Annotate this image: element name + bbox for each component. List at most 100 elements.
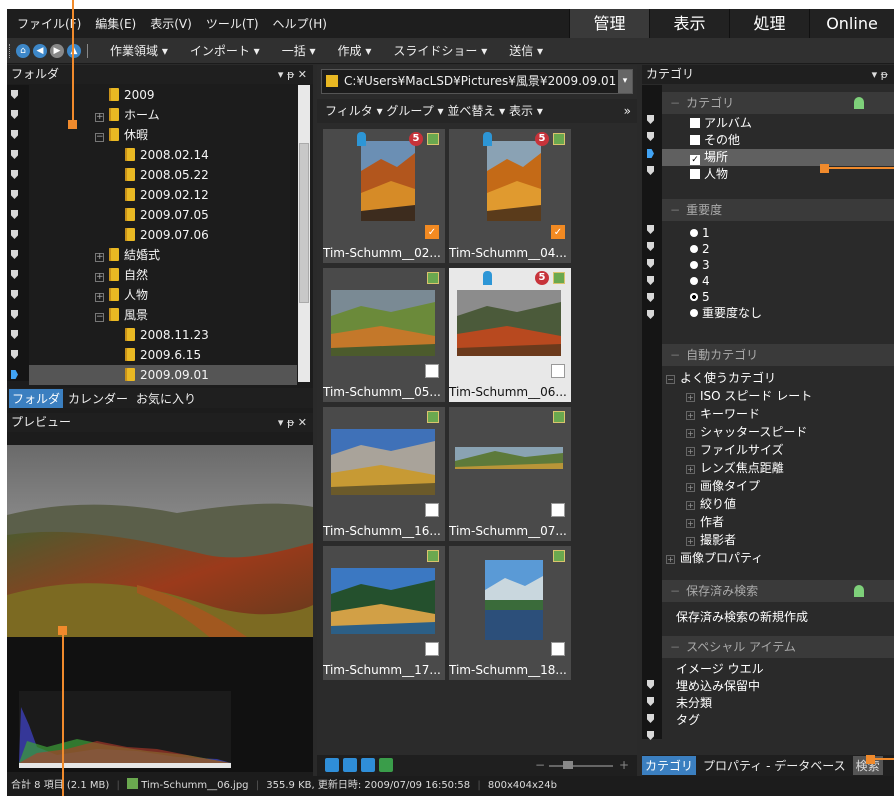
rating-item[interactable]: 3: [690, 257, 710, 274]
rating-item[interactable]: 4: [690, 273, 710, 290]
auto-category-item[interactable]: + 作者: [686, 514, 724, 531]
tree-item-folder[interactable]: 2009.07.06: [125, 225, 209, 245]
section-auto-categories[interactable]: − 自動カテゴリ: [662, 344, 894, 366]
tree-item-folder[interactable]: 2009: [95, 85, 155, 105]
rating-item[interactable]: 5: [690, 289, 710, 306]
tag-checkbox[interactable]: [425, 364, 439, 378]
zoom-slider-thumb[interactable]: [563, 761, 573, 769]
menu-item[interactable]: 表示(V): [150, 15, 192, 32]
thumbnail-item[interactable]: Tim-Schumm__17...: [323, 546, 445, 680]
tree-item-folder[interactable]: 2009.09.01: [29, 365, 297, 385]
tree-item-folder[interactable]: 2008.05.22: [125, 165, 209, 185]
expand-icon[interactable]: +: [686, 393, 695, 402]
tree-item-folder[interactable]: + 人物: [95, 285, 148, 305]
auto-category-item[interactable]: + 撮影者: [686, 532, 736, 549]
auto-category-item[interactable]: + レンズ焦点距離: [686, 460, 784, 477]
tag-checkbox[interactable]: ✓: [425, 225, 439, 239]
forward-icon[interactable]: ▶: [50, 43, 64, 58]
tree-item-folder[interactable]: 2009.6.15: [125, 345, 201, 365]
more-icon[interactable]: »: [624, 99, 631, 123]
expander-icon[interactable]: +: [95, 273, 104, 282]
category-item[interactable]: ✓ 場所: [662, 149, 894, 166]
thumbnail-item[interactable]: 5 Tim-Schumm__06...: [449, 268, 571, 402]
path-dropdown-icon[interactable]: ▾: [618, 70, 632, 93]
tree-item-folder[interactable]: 2008.11.23: [125, 325, 209, 345]
expand-icon[interactable]: +: [686, 483, 695, 492]
mode-tab-2[interactable]: 処理: [729, 9, 809, 38]
panel-pin-icons[interactable]: ▾ ᵽ ✕: [278, 65, 307, 84]
thumbnail-item[interactable]: Tim-Schumm__18...: [449, 546, 571, 680]
category-checkbox[interactable]: ✓: [690, 155, 700, 165]
mode-tab-3[interactable]: Online: [809, 9, 894, 38]
tag-checkbox[interactable]: [551, 503, 565, 517]
special-item[interactable]: タグ: [676, 712, 700, 729]
category-checkbox[interactable]: [690, 118, 700, 128]
add-category-icon[interactable]: [854, 97, 864, 109]
rating-item[interactable]: 2: [690, 241, 710, 258]
up-icon[interactable]: ▲: [67, 43, 81, 58]
expand-icon[interactable]: +: [686, 411, 695, 420]
expander-icon[interactable]: +: [95, 293, 104, 302]
section-special-items[interactable]: − スペシャル アイテム: [662, 636, 894, 658]
panel-pin-icons[interactable]: ▾ ᵽ: [872, 65, 888, 84]
thumbnail-item[interactable]: Tim-Schumm__16...: [323, 407, 445, 541]
panel-pin-icons[interactable]: ▾ ᵽ ✕: [278, 413, 307, 432]
collapse-icon[interactable]: −: [666, 375, 675, 384]
expand-icon[interactable]: +: [686, 447, 695, 456]
category-checkbox[interactable]: [690, 169, 700, 179]
expander-icon[interactable]: −: [95, 133, 104, 142]
view-toggle-icon[interactable]: [325, 758, 339, 772]
expand-icon[interactable]: +: [686, 501, 695, 510]
saved-search-new[interactable]: 保存済み検索の新規作成: [676, 609, 808, 626]
expand-icon[interactable]: +: [666, 555, 675, 564]
auto-category-item[interactable]: + シャッタースピード: [686, 424, 807, 441]
tree-item-folder[interactable]: − 休暇: [95, 125, 148, 145]
category-pane-tab-1[interactable]: プロパティ - データベース: [700, 756, 849, 775]
path-bar[interactable]: C:¥Users¥MacLSD¥Pictures¥風景¥2009.09.01 ▾: [321, 69, 633, 94]
expand-icon[interactable]: +: [686, 429, 695, 438]
folder-scroll-thumb[interactable]: [299, 143, 309, 303]
tag-checkbox[interactable]: [425, 642, 439, 656]
category-checkbox[interactable]: [690, 135, 700, 145]
special-item[interactable]: イメージ ウエル: [676, 661, 764, 678]
rating-item[interactable]: 1: [690, 225, 710, 242]
filter-bar-label[interactable]: フィルタ ▾ グループ ▾ 並べ替え ▾ 表示 ▾: [325, 104, 543, 118]
special-item[interactable]: 埋め込み保留中: [676, 678, 760, 695]
menu-item[interactable]: 編集(E): [95, 15, 136, 32]
thumbnail-item[interactable]: 5 ✓ Tim-Schumm__04...: [449, 129, 571, 263]
zoom-slider[interactable]: [549, 765, 613, 767]
rotate-left-icon[interactable]: [343, 758, 357, 772]
tree-item-folder[interactable]: 2009.02.12: [125, 185, 209, 205]
expander-icon[interactable]: +: [95, 113, 104, 122]
auto-root[interactable]: − よく使うカテゴリ: [666, 370, 776, 387]
category-pane-tab-0[interactable]: カテゴリ: [642, 756, 697, 775]
folder-panel-tab-1[interactable]: カレンダー: [65, 389, 131, 408]
mode-tab-0[interactable]: 管理: [569, 9, 649, 38]
toolbar-grip[interactable]: [9, 43, 13, 58]
special-item[interactable]: 未分類: [676, 695, 712, 712]
mode-tab-1[interactable]: 表示: [649, 9, 729, 38]
category-item[interactable]: 人物: [690, 166, 728, 183]
home-icon[interactable]: ⌂: [16, 43, 30, 58]
toolbar-menu-4[interactable]: スライドショー ▾: [393, 42, 487, 59]
folder-scrollbar[interactable]: [298, 85, 310, 382]
auto-category-item[interactable]: + 絞り値: [686, 496, 736, 513]
collapse-icon[interactable]: −: [670, 348, 680, 362]
tag-checkbox[interactable]: ✓: [551, 225, 565, 239]
zoom-out-icon[interactable]: −: [535, 758, 545, 772]
expander-icon[interactable]: +: [95, 253, 104, 262]
rating-item[interactable]: 重要度なし: [690, 305, 762, 322]
auto-category-item[interactable]: + ファイルサイズ: [686, 442, 784, 459]
rating-radio[interactable]: [690, 309, 698, 317]
thumbnail-item[interactable]: Tim-Schumm__07...: [449, 407, 571, 541]
thumbnail-item[interactable]: Tim-Schumm__05...: [323, 268, 445, 402]
menu-item[interactable]: ツール(T): [206, 15, 259, 32]
expand-icon[interactable]: +: [686, 519, 695, 528]
rating-radio[interactable]: [690, 245, 698, 253]
toolbar-menu-2[interactable]: 一括 ▾: [282, 42, 316, 59]
category-item[interactable]: その他: [690, 132, 740, 149]
back-icon[interactable]: ◀: [33, 43, 47, 58]
filter-bar[interactable]: フィルタ ▾ グループ ▾ 並べ替え ▾ 表示 ▾ »: [317, 99, 637, 123]
thumbnail-item[interactable]: 5 ✓ Tim-Schumm__02...: [323, 129, 445, 263]
category-item[interactable]: アルバム: [690, 115, 752, 132]
